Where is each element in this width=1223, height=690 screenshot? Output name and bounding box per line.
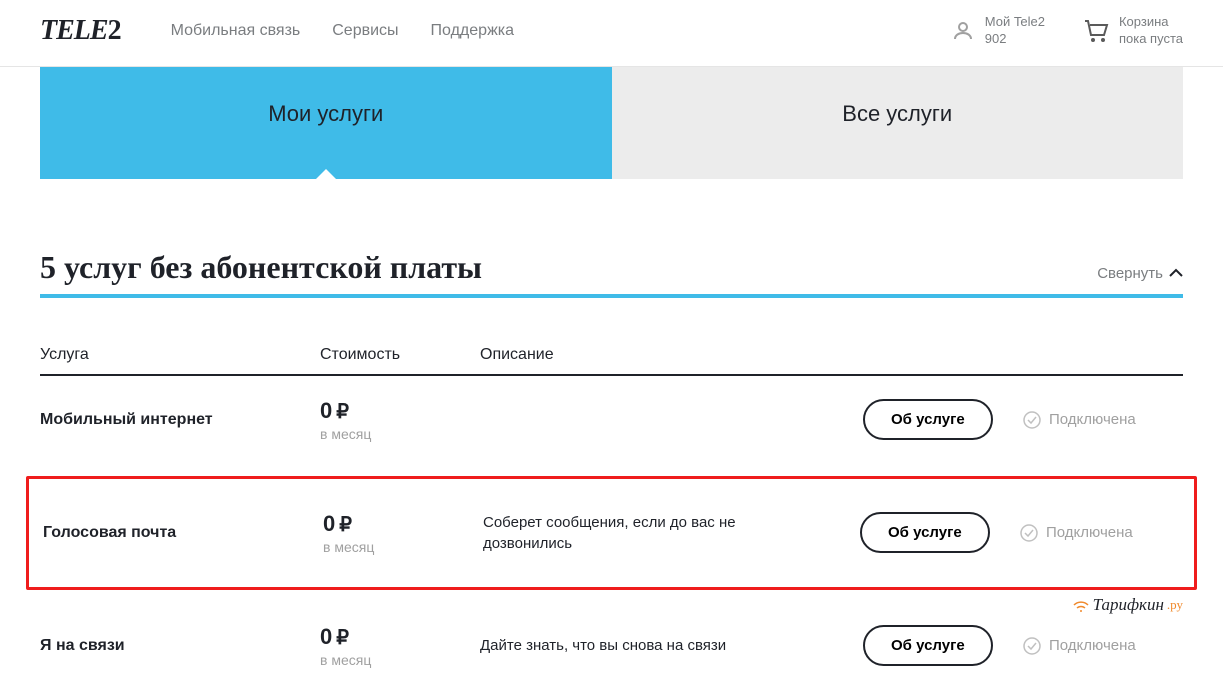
service-cost: 0₽ в месяц bbox=[320, 624, 480, 668]
account-link[interactable]: Мой Tele2 902 bbox=[951, 14, 1045, 48]
nav-mobile[interactable]: Мобильная связь bbox=[171, 22, 301, 40]
cart-icon bbox=[1083, 19, 1109, 43]
tabs-container: Мои услуги Все услуги bbox=[0, 67, 1223, 179]
service-cost: 0₽ в месяц bbox=[320, 398, 480, 442]
section-free-services: 5 услуг без абонентской платы Свернуть У… bbox=[0, 249, 1223, 690]
nav-services[interactable]: Сервисы bbox=[332, 22, 398, 40]
price-value: 0 bbox=[320, 624, 332, 650]
section-header: 5 услуг без абонентской платы Свернуть bbox=[40, 249, 1183, 298]
user-icon bbox=[951, 19, 975, 43]
service-desc: Соберет сообщения, если до вас не дозвон… bbox=[483, 512, 860, 554]
price-period: в месяц bbox=[320, 652, 480, 668]
status-label: Подключена bbox=[1046, 524, 1133, 541]
service-cost: 0₽ в месяц bbox=[323, 511, 483, 555]
cart-text: Корзина пока пуста bbox=[1119, 14, 1183, 48]
service-name: Голосовая почта bbox=[43, 524, 323, 542]
status-label: Подключена bbox=[1049, 411, 1136, 428]
service-action: Об услуге bbox=[863, 399, 1023, 440]
th-desc: Описание bbox=[480, 346, 863, 364]
header: TELE2 Мобильная связь Сервисы Поддержка … bbox=[0, 0, 1223, 67]
about-button[interactable]: Об услуге bbox=[863, 625, 993, 666]
collapse-toggle[interactable]: Свернуть bbox=[1097, 265, 1183, 282]
check-icon bbox=[1023, 411, 1041, 429]
price-period: в месяц bbox=[320, 426, 480, 442]
cart-link[interactable]: Корзина пока пуста bbox=[1083, 14, 1183, 48]
account-text: Мой Tele2 902 bbox=[985, 14, 1045, 48]
watermark-suffix: .ру bbox=[1167, 597, 1183, 613]
section-title: 5 услуг без абонентской платы bbox=[40, 249, 482, 286]
currency: ₽ bbox=[336, 399, 349, 424]
logo-number: 2 bbox=[108, 15, 121, 46]
account-line2: 902 bbox=[985, 31, 1045, 48]
price-value: 0 bbox=[320, 398, 332, 424]
service-status: Подключена bbox=[1023, 637, 1183, 655]
cart-line1: Корзина bbox=[1119, 14, 1183, 31]
th-name: Услуга bbox=[40, 346, 320, 364]
tab-all-services[interactable]: Все услуги bbox=[612, 67, 1184, 179]
th-cost: Стоимость bbox=[320, 346, 480, 364]
price-period: в месяц bbox=[323, 539, 483, 555]
service-action: Об услуге bbox=[860, 512, 1020, 553]
account-line1: Мой Tele2 bbox=[985, 14, 1045, 31]
currency: ₽ bbox=[336, 625, 349, 650]
tab-my-services[interactable]: Мои услуги bbox=[40, 67, 612, 179]
status-label: Подключена bbox=[1049, 637, 1136, 654]
table-row: Я на связи 0₽ в месяц Дайте знать, что в… bbox=[40, 602, 1183, 690]
th-status bbox=[1023, 346, 1183, 364]
wifi-icon bbox=[1071, 596, 1091, 614]
logo-text: TELE bbox=[40, 15, 108, 46]
highlighted-row-box: Голосовая почта 0₽ в месяц Соберет сообщ… bbox=[26, 476, 1197, 590]
cart-line2: пока пуста bbox=[1119, 31, 1183, 48]
chevron-up-icon bbox=[1169, 268, 1183, 278]
service-action: Об услуге bbox=[863, 625, 1023, 666]
nav-support[interactable]: Поддержка bbox=[431, 22, 514, 40]
tabs: Мои услуги Все услуги bbox=[40, 67, 1183, 179]
price-value: 0 bbox=[323, 511, 335, 537]
main-nav: Мобильная связь Сервисы Поддержка bbox=[171, 22, 514, 40]
check-icon bbox=[1023, 637, 1041, 655]
service-name: Я на связи bbox=[40, 637, 320, 655]
collapse-label: Свернуть bbox=[1097, 265, 1163, 282]
service-status: Подключена bbox=[1023, 411, 1183, 429]
table-row: Голосовая почта 0₽ в месяц Соберет сообщ… bbox=[43, 489, 1180, 577]
th-action bbox=[863, 346, 1023, 364]
about-button[interactable]: Об услуге bbox=[860, 512, 990, 553]
service-desc: Дайте знать, что вы снова на связи bbox=[480, 635, 863, 656]
check-icon bbox=[1020, 524, 1038, 542]
watermark-text: Тарифкин bbox=[1093, 595, 1164, 615]
table-header: Услуга Стоимость Описание bbox=[40, 346, 1183, 376]
header-right: Мой Tele2 902 Корзина пока пуста bbox=[951, 14, 1183, 48]
table-row: Мобильный интернет 0₽ в месяц Об услуге … bbox=[40, 376, 1183, 464]
currency: ₽ bbox=[339, 512, 352, 537]
about-button[interactable]: Об услуге bbox=[863, 399, 993, 440]
service-name: Мобильный интернет bbox=[40, 411, 320, 429]
service-status: Подключена bbox=[1020, 524, 1180, 542]
logo[interactable]: TELE2 bbox=[40, 15, 121, 47]
watermark: Тарифкин.ру bbox=[1071, 595, 1183, 615]
